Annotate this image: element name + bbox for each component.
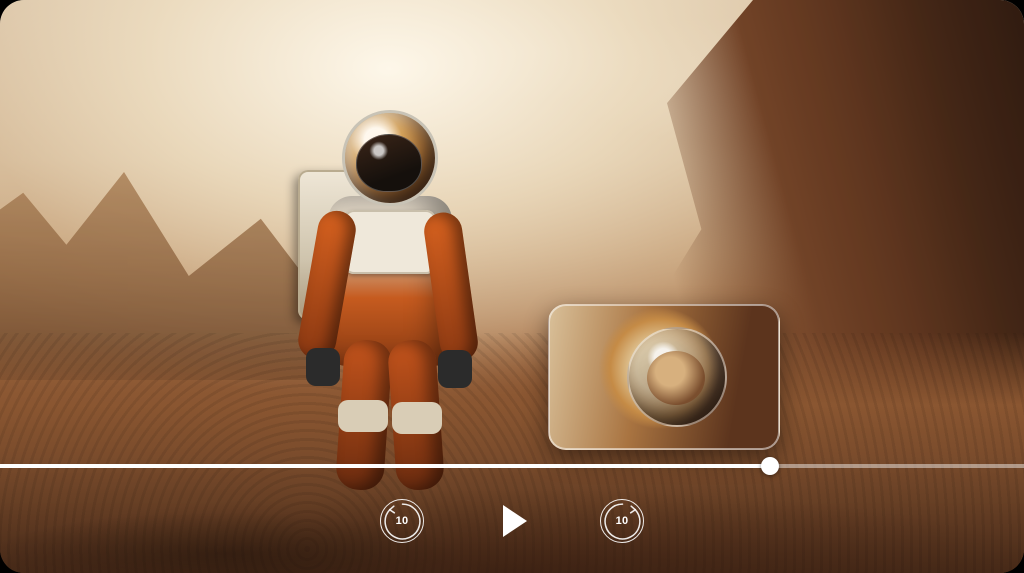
seek-preview-thumbnail[interactable] — [548, 304, 780, 450]
play-icon — [503, 505, 527, 537]
play-button[interactable] — [488, 497, 536, 545]
progress-track[interactable] — [0, 464, 1024, 468]
transport-controls: 10 10 — [0, 486, 1024, 556]
skip-forward-label: 10 — [616, 515, 629, 527]
progress-fill — [0, 464, 770, 468]
skip-back-label: 10 — [396, 515, 409, 527]
skip-back-button[interactable]: 10 — [380, 499, 424, 543]
skip-forward-button[interactable]: 10 — [600, 499, 644, 543]
progress-handle[interactable] — [761, 457, 779, 475]
video-player: 10 10 — [0, 0, 1024, 573]
